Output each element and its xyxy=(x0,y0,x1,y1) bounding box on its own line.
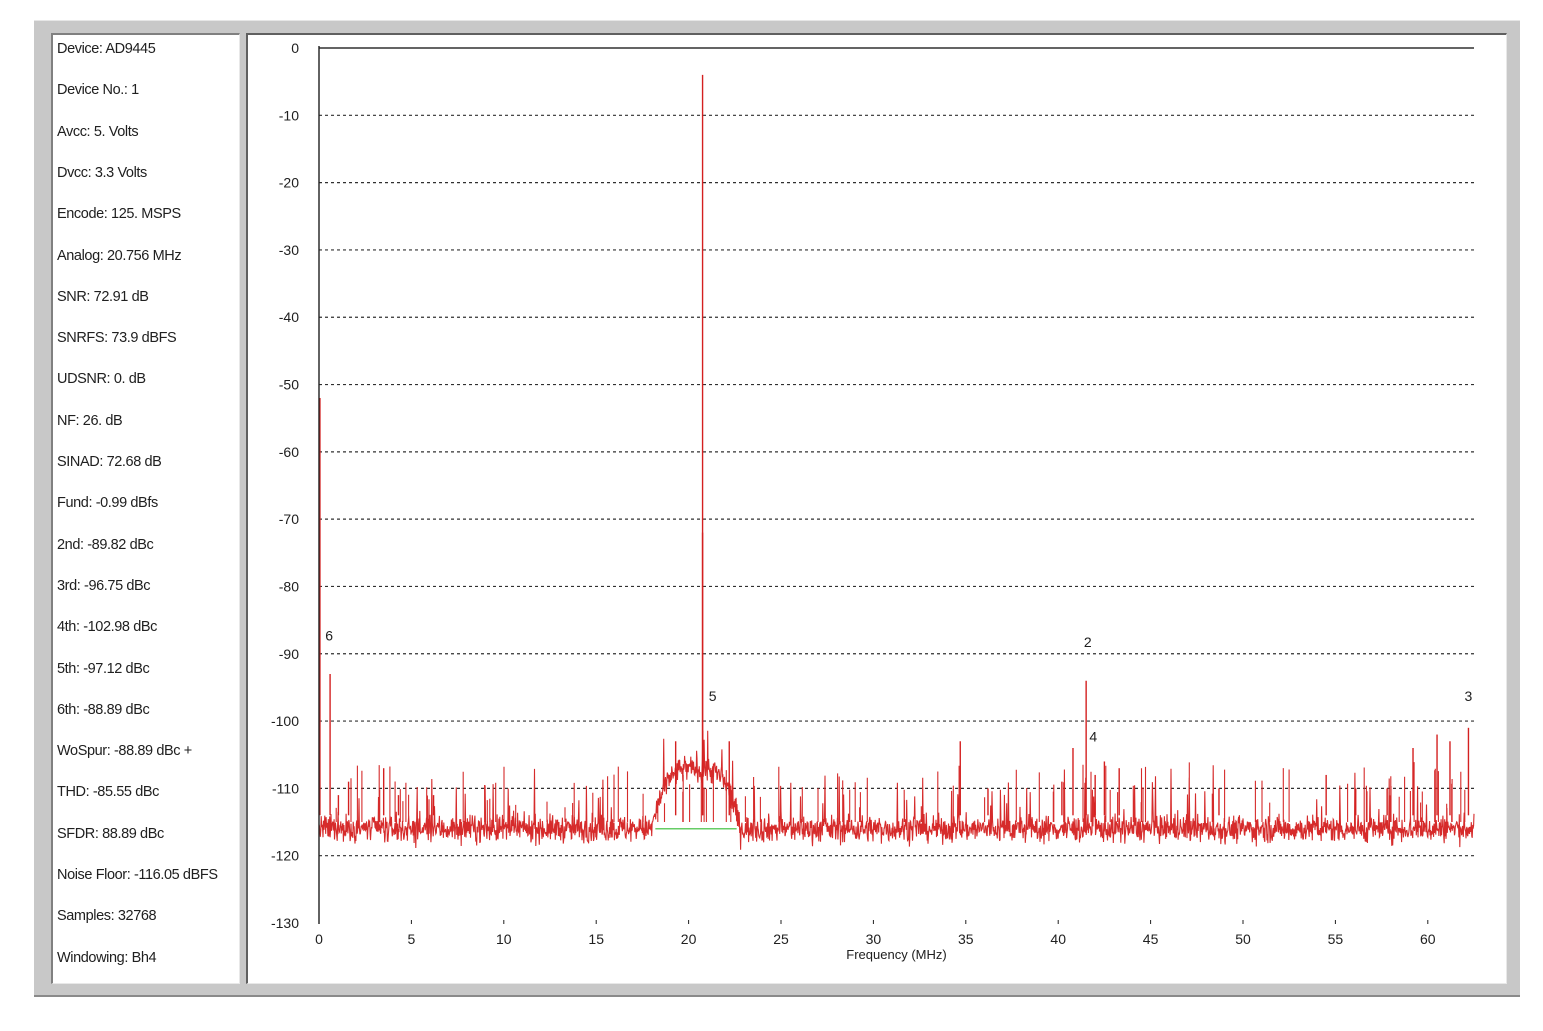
y-tick-label: -10 xyxy=(279,107,299,123)
stat-line: Fund: -0.99 dBfs xyxy=(57,495,158,512)
stat-line: SNR: 72.91 dB xyxy=(57,288,149,305)
y-tick-label: -50 xyxy=(279,377,299,393)
y-tick-label: -130 xyxy=(271,915,299,931)
x-tick-label: 55 xyxy=(1328,931,1344,947)
stat-line: UDSNR: 0. dB xyxy=(57,371,146,388)
stat-line: Samples: 32768 xyxy=(57,908,157,925)
harmonic-label: 3 xyxy=(1465,688,1473,704)
stat-line: 3rd: -96.75 dBc xyxy=(57,577,151,594)
stat-line: SFDR: 88.89 dBc xyxy=(57,825,164,842)
x-tick-label: 5 xyxy=(408,931,416,947)
harmonic-label: 6 xyxy=(325,627,333,643)
x-tick-label: 0 xyxy=(315,931,323,947)
x-tick-label: 25 xyxy=(773,931,789,947)
stat-line: Analog: 20.756 MHz xyxy=(57,247,182,264)
harmonic-label: 2 xyxy=(1084,634,1092,650)
y-tick-label: 0 xyxy=(291,40,299,56)
stat-line: 4th: -102.98 dBc xyxy=(57,619,158,636)
stat-line: Windowing: Bh4 xyxy=(57,949,157,966)
x-tick-label: 30 xyxy=(866,931,882,947)
y-tick-label: -30 xyxy=(279,242,299,258)
y-tick-label: -100 xyxy=(271,713,299,729)
stat-line: 5th: -97.12 dBc xyxy=(57,660,150,677)
y-tick-label: -90 xyxy=(279,646,299,662)
x-tick-label: 35 xyxy=(958,931,974,947)
harmonic-label: 5 xyxy=(709,688,717,704)
stat-line: SINAD: 72.68 dB xyxy=(57,454,162,470)
stat-line: WoSpur: -88.89 dBc + xyxy=(57,743,192,760)
x-tick-label: 40 xyxy=(1050,931,1066,947)
fft-spectrum-chart: 0 -10 -20 -30 -40 -50 -60 -70 -80 -90 -100 -110 -120… xyxy=(271,40,1475,962)
analyzer-window: Device: AD9445 Device No.: 1 Avcc: 5. Volt… xyxy=(34,20,1520,997)
x-tick-label: 45 xyxy=(1143,931,1159,947)
stat-line: Dvcc: 3.3 Volts xyxy=(57,164,147,181)
peak-marks xyxy=(319,74,1470,816)
x-tick-label: 50 xyxy=(1235,931,1251,947)
stat-line: Encode: 125. MSPS xyxy=(57,206,181,223)
y-tick-label: -80 xyxy=(279,578,299,594)
stat-line: Device: AD9445 xyxy=(57,41,156,57)
y-tick-label: -60 xyxy=(279,444,299,460)
y-tick-label: -110 xyxy=(272,780,299,796)
stat-line: THD: -85.55 dBc xyxy=(57,784,159,801)
y-tick-label: -70 xyxy=(279,511,299,527)
harmonic-label: 4 xyxy=(1089,728,1097,744)
stat-line: NF: 26. dB xyxy=(57,412,123,429)
x-tick-label: 20 xyxy=(681,931,697,947)
stat-line: Device No.: 1 xyxy=(57,82,139,99)
grid-lines xyxy=(319,47,1474,857)
fft-plot-panel: 0 -10 -20 -30 -40 -50 -60 -70 -80 -90 -100 -110 -120… xyxy=(246,33,1507,984)
spectrum-trace xyxy=(318,730,1475,850)
stat-line: Avcc: 5. Volts xyxy=(57,123,139,140)
x-tick-label: 10 xyxy=(496,931,512,947)
stat-line: Noise Floor: -116.05 dBFS xyxy=(57,867,218,883)
y-tick-label: -40 xyxy=(279,309,299,325)
stats-panel: Device: AD9445 Device No.: 1 Avcc: 5. Volt… xyxy=(51,33,240,984)
x-axis-title: Frequency (MHz) xyxy=(846,947,946,962)
y-tick-label: -120 xyxy=(271,848,299,864)
stat-line: 2nd: -89.82 dBc xyxy=(57,536,154,553)
stat-line: SNRFS: 73.9 dBFS xyxy=(57,330,177,347)
x-tick-label: 15 xyxy=(588,931,604,947)
y-tick-label: -20 xyxy=(279,175,299,191)
stat-line: 6th: -88.89 dBc xyxy=(57,701,150,718)
x-tick-label: 60 xyxy=(1420,931,1436,947)
